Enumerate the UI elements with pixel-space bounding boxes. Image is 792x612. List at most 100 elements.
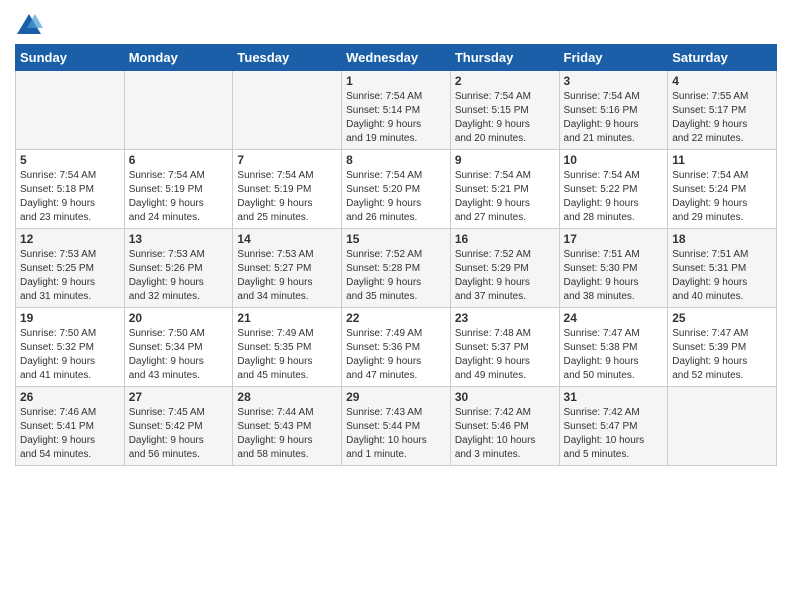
calendar-cell: 12 Sunrise: 7:53 AM Sunset: 5:25 PM Dayli… [16,229,125,308]
day-number: 27 [129,390,229,404]
day-info: Sunrise: 7:54 AM Sunset: 5:18 PM Dayligh… [20,169,120,225]
day-number: 15 [346,232,446,246]
day-info: Sunrise: 7:52 AM Sunset: 5:29 PM Dayligh… [455,248,555,304]
calendar-cell: 18 Sunrise: 7:51 AM Sunset: 5:31 PM Dayli… [668,229,777,308]
weekday-header-monday: Monday [124,45,233,71]
weekday-header-wednesday: Wednesday [342,45,451,71]
weekday-header-tuesday: Tuesday [233,45,342,71]
calendar-week-row: 19 Sunrise: 7:50 AM Sunset: 5:32 PM Dayli… [16,308,777,387]
calendar-cell: 10Sunrise: 7:54 AM Sunset: 5:22 PM Dayli… [559,150,668,229]
calendar-cell: 30 Sunrise: 7:42 AM Sunset: 5:46 PM Dayli… [450,387,559,466]
calendar-cell: 6 Sunrise: 7:54 AM Sunset: 5:19 PM Daylig… [124,150,233,229]
day-info: Sunrise: 7:44 AM Sunset: 5:43 PM Dayligh… [237,406,337,462]
day-number: 24 [564,311,664,325]
calendar-cell: 23Sunrise: 7:48 AM Sunset: 5:37 PM Dayli… [450,308,559,387]
calendar-week-row: 5 Sunrise: 7:54 AM Sunset: 5:18 PM Daylig… [16,150,777,229]
day-info: Sunrise: 7:54 AM Sunset: 5:20 PM Dayligh… [346,169,446,225]
day-number: 28 [237,390,337,404]
day-info: Sunrise: 7:45 AM Sunset: 5:42 PM Dayligh… [129,406,229,462]
day-number: 2 [455,74,555,88]
calendar-cell: 13 Sunrise: 7:53 AM Sunset: 5:26 PM Dayli… [124,229,233,308]
calendar-cell: 1 Sunrise: 7:54 AM Sunset: 5:14 PM Daylig… [342,71,451,150]
day-number: 22 [346,311,446,325]
day-info: Sunrise: 7:50 AM Sunset: 5:34 PM Dayligh… [129,327,229,383]
day-number: 4 [672,74,772,88]
calendar-cell: 20 Sunrise: 7:50 AM Sunset: 5:34 PM Dayli… [124,308,233,387]
day-number: 18 [672,232,772,246]
day-number: 20 [129,311,229,325]
calendar-week-row: 1 Sunrise: 7:54 AM Sunset: 5:14 PM Daylig… [16,71,777,150]
day-number: 5 [20,153,120,167]
calendar-cell: 24 Sunrise: 7:47 AM Sunset: 5:38 PM Dayli… [559,308,668,387]
day-info: Sunrise: 7:54 AM Sunset: 5:14 PM Dayligh… [346,90,446,146]
calendar-cell: 28 Sunrise: 7:44 AM Sunset: 5:43 PM Dayli… [233,387,342,466]
calendar-cell: 2Sunrise: 7:54 AM Sunset: 5:15 PM Daylig… [450,71,559,150]
day-info: Sunrise: 7:54 AM Sunset: 5:16 PM Dayligh… [564,90,664,146]
calendar-cell: 15 Sunrise: 7:52 AM Sunset: 5:28 PM Dayli… [342,229,451,308]
day-info: Sunrise: 7:54 AM Sunset: 5:19 PM Dayligh… [237,169,337,225]
day-number: 29 [346,390,446,404]
day-info: Sunrise: 7:47 AM Sunset: 5:39 PM Dayligh… [672,327,772,383]
day-number: 23 [455,311,555,325]
day-number: 9 [455,153,555,167]
day-info: Sunrise: 7:54 AM Sunset: 5:21 PM Dayligh… [455,169,555,225]
day-info: Sunrise: 7:53 AM Sunset: 5:25 PM Dayligh… [20,248,120,304]
day-info: Sunrise: 7:54 AM Sunset: 5:24 PM Dayligh… [672,169,772,225]
day-info: Sunrise: 7:52 AM Sunset: 5:28 PM Dayligh… [346,248,446,304]
calendar-cell [124,71,233,150]
day-info: Sunrise: 7:49 AM Sunset: 5:35 PM Dayligh… [237,327,337,383]
day-info: Sunrise: 7:42 AM Sunset: 5:47 PM Dayligh… [564,406,664,462]
calendar-week-row: 26Sunrise: 7:46 AM Sunset: 5:41 PM Dayli… [16,387,777,466]
calendar-cell: 14 Sunrise: 7:53 AM Sunset: 5:27 PM Dayli… [233,229,342,308]
logo [15,10,47,38]
calendar-cell: 16 Sunrise: 7:52 AM Sunset: 5:29 PM Dayli… [450,229,559,308]
day-number: 21 [237,311,337,325]
calendar-cell: 3 Sunrise: 7:54 AM Sunset: 5:16 PM Daylig… [559,71,668,150]
day-number: 16 [455,232,555,246]
calendar-cell: 31 Sunrise: 7:42 AM Sunset: 5:47 PM Dayli… [559,387,668,466]
day-info: Sunrise: 7:54 AM Sunset: 5:19 PM Dayligh… [129,169,229,225]
day-info: Sunrise: 7:49 AM Sunset: 5:36 PM Dayligh… [346,327,446,383]
weekday-header-saturday: Saturday [668,45,777,71]
day-number: 11 [672,153,772,167]
day-number: 19 [20,311,120,325]
calendar-cell [16,71,125,150]
calendar-cell: 8 Sunrise: 7:54 AM Sunset: 5:20 PM Daylig… [342,150,451,229]
day-number: 25 [672,311,772,325]
calendar-cell: 21 Sunrise: 7:49 AM Sunset: 5:35 PM Dayli… [233,308,342,387]
calendar-cell: 29Sunrise: 7:43 AM Sunset: 5:44 PM Dayli… [342,387,451,466]
day-number: 1 [346,74,446,88]
day-info: Sunrise: 7:53 AM Sunset: 5:26 PM Dayligh… [129,248,229,304]
day-number: 13 [129,232,229,246]
day-number: 8 [346,153,446,167]
calendar-cell [233,71,342,150]
day-number: 7 [237,153,337,167]
calendar-cell: 26Sunrise: 7:46 AM Sunset: 5:41 PM Dayli… [16,387,125,466]
day-info: Sunrise: 7:51 AM Sunset: 5:30 PM Dayligh… [564,248,664,304]
day-info: Sunrise: 7:55 AM Sunset: 5:17 PM Dayligh… [672,90,772,146]
day-number: 31 [564,390,664,404]
weekday-header-friday: Friday [559,45,668,71]
day-info: Sunrise: 7:53 AM Sunset: 5:27 PM Dayligh… [237,248,337,304]
day-number: 12 [20,232,120,246]
calendar-cell: 7 Sunrise: 7:54 AM Sunset: 5:19 PM Daylig… [233,150,342,229]
weekday-header-thursday: Thursday [450,45,559,71]
day-info: Sunrise: 7:46 AM Sunset: 5:41 PM Dayligh… [20,406,120,462]
calendar-cell: 4 Sunrise: 7:55 AM Sunset: 5:17 PM Daylig… [668,71,777,150]
day-number: 6 [129,153,229,167]
page-header [15,10,777,38]
day-info: Sunrise: 7:47 AM Sunset: 5:38 PM Dayligh… [564,327,664,383]
day-number: 14 [237,232,337,246]
day-number: 17 [564,232,664,246]
calendar-cell: 5 Sunrise: 7:54 AM Sunset: 5:18 PM Daylig… [16,150,125,229]
calendar-cell: 11 Sunrise: 7:54 AM Sunset: 5:24 PM Dayli… [668,150,777,229]
day-info: Sunrise: 7:51 AM Sunset: 5:31 PM Dayligh… [672,248,772,304]
calendar-cell [668,387,777,466]
calendar-cell: 25 Sunrise: 7:47 AM Sunset: 5:39 PM Dayli… [668,308,777,387]
day-info: Sunrise: 7:42 AM Sunset: 5:46 PM Dayligh… [455,406,555,462]
day-number: 3 [564,74,664,88]
day-info: Sunrise: 7:54 AM Sunset: 5:22 PM Dayligh… [564,169,664,225]
day-info: Sunrise: 7:50 AM Sunset: 5:32 PM Dayligh… [20,327,120,383]
calendar-week-row: 12 Sunrise: 7:53 AM Sunset: 5:25 PM Dayli… [16,229,777,308]
day-number: 30 [455,390,555,404]
